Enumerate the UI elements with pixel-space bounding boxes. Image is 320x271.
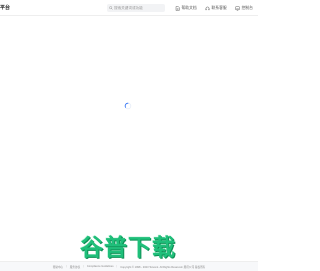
footer-compliance-link[interactable]: Compliance Guidelines xyxy=(87,265,114,268)
customer-service-link[interactable]: 联系客服 xyxy=(205,4,227,12)
top-header: 平台 帮助文档 联系客服 xyxy=(0,0,258,16)
document-icon xyxy=(175,5,180,11)
loading-spinner-icon xyxy=(124,102,132,110)
footer-copyright: Copyright © 1998 - 2023 Tencent. All Rig… xyxy=(120,265,206,269)
console-icon xyxy=(235,6,240,11)
search-icon xyxy=(109,6,113,10)
watermark-logo: 谷普下载 xyxy=(80,235,176,261)
console-label: 控制台 xyxy=(241,5,253,10)
headset-icon xyxy=(205,6,210,10)
help-docs-label: 帮助文档 xyxy=(181,5,197,10)
footer-help-center-link[interactable]: 帮助中心 xyxy=(53,265,63,269)
console-link[interactable]: 控制台 xyxy=(235,4,253,12)
customer-service-label: 联系客服 xyxy=(211,5,227,10)
search-input[interactable] xyxy=(114,5,164,11)
page: 平台 帮助文档 联系客服 xyxy=(0,0,258,271)
help-docs-link[interactable]: 帮助文档 xyxy=(175,4,197,12)
footer-separator: | xyxy=(83,265,84,268)
footer-separator: | xyxy=(66,265,67,268)
search-box[interactable] xyxy=(107,4,165,12)
footer: 帮助中心 | 服务协议 | Compliance Guidelines | Co… xyxy=(0,261,258,271)
footer-separator: | xyxy=(116,265,118,268)
footer-service-agreement-link[interactable]: 服务协议 xyxy=(70,265,80,269)
brand-title[interactable]: 平台 xyxy=(0,4,10,11)
